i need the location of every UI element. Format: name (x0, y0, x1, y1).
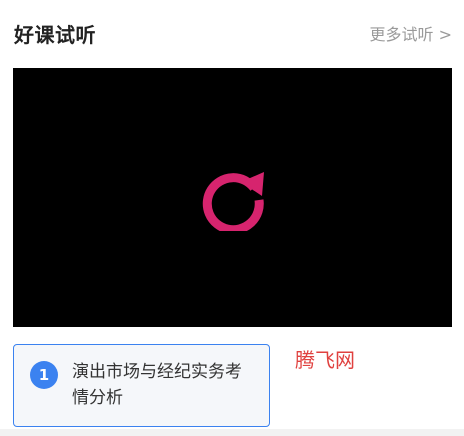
lesson-index-badge: 1 (30, 361, 58, 389)
watermark-text: 腾飞网 (295, 348, 355, 372)
more-trials-link[interactable]: 更多试听 > (370, 24, 453, 46)
video-player[interactable] (13, 68, 452, 327)
section-header: 好课试听 更多试听 > (0, 0, 464, 68)
bottom-divider (0, 429, 464, 436)
lesson-item[interactable]: 1 演出市场与经纪实务考情分析 (13, 344, 270, 427)
section-title: 好课试听 (14, 23, 96, 47)
lesson-title: 演出市场与经纪实务考情分析 (72, 362, 242, 408)
replay-icon[interactable] (198, 161, 268, 231)
